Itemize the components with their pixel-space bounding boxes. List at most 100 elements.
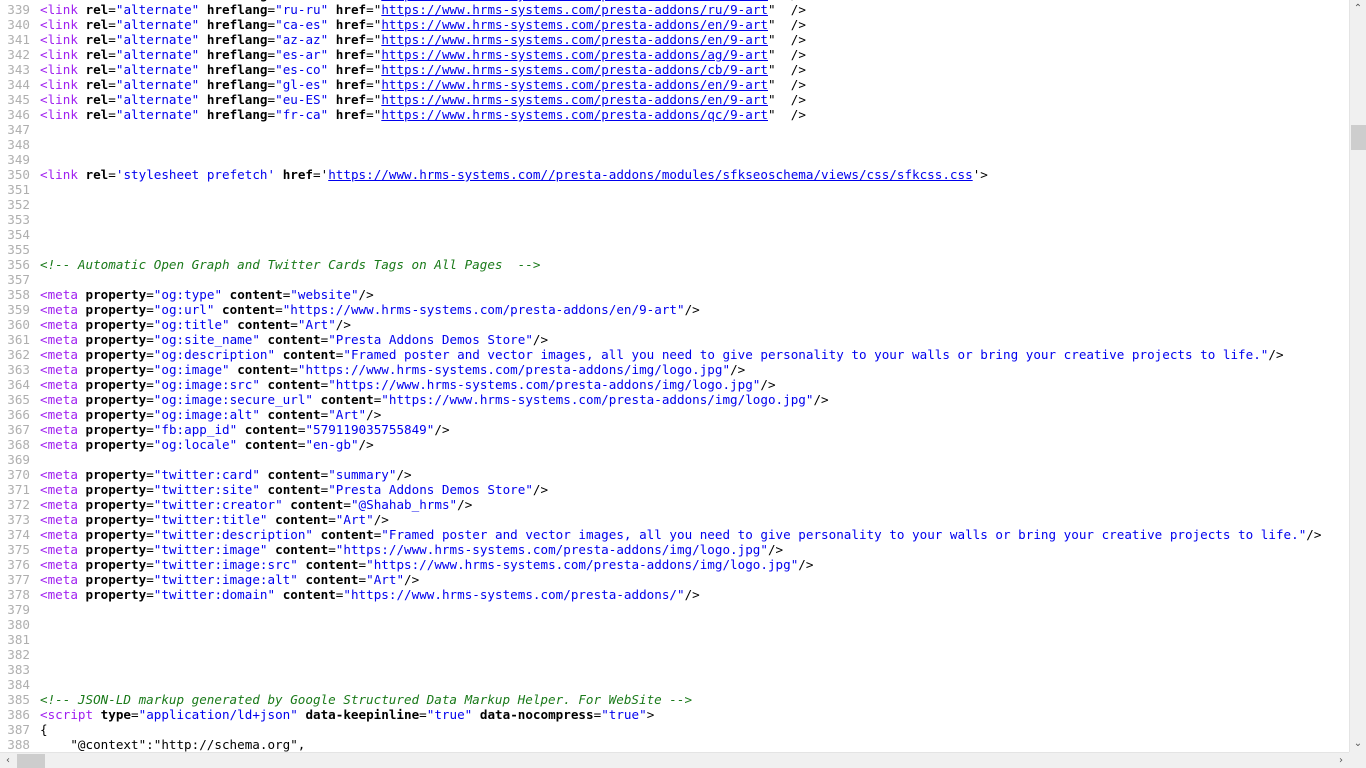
- source-link[interactable]: https://www.hrms-systems.com/presta-addo…: [381, 32, 768, 47]
- line-number: 362: [7, 347, 30, 362]
- source-token-tag: <link: [40, 62, 78, 77]
- source-token-attr: property: [85, 512, 147, 527]
- source-token-punct: =: [343, 497, 351, 512]
- source-token-txt: [78, 302, 86, 317]
- source-token-tag: <link: [40, 32, 78, 47]
- source-line: 355: [0, 242, 1349, 257]
- source-token-punct: =: [108, 2, 116, 17]
- source-token-attr: content: [320, 527, 374, 542]
- source-token-punct: />: [404, 572, 420, 587]
- source-token-val: "es-ar": [275, 47, 329, 62]
- source-token-punct: />: [358, 287, 374, 302]
- source-token-punct: />: [373, 512, 389, 527]
- source-link[interactable]: https://www.hrms-systems.com/presta-addo…: [381, 17, 768, 32]
- scroll-right-arrow-icon[interactable]: ›: [1333, 753, 1349, 768]
- source-link[interactable]: https://www.hrms-systems.com/presta-addo…: [381, 2, 768, 17]
- source-token-attr: property: [85, 287, 147, 302]
- source-token-txt: [78, 47, 86, 62]
- source-token-val: "twitter:image:src": [153, 557, 298, 572]
- source-token-txt: [78, 587, 86, 602]
- source-token-tag: <meta: [40, 392, 78, 407]
- scroll-up-arrow-icon[interactable]: ⌃: [1350, 0, 1366, 17]
- source-token-attr: property: [85, 377, 147, 392]
- source-token-val: "og:locale": [153, 437, 238, 452]
- source-token-punct: =: [108, 77, 116, 92]
- source-token-attr: property: [85, 497, 147, 512]
- source-code-pane[interactable]: 338<link rel="alternate" hreflang="sr-sr…: [0, 0, 1349, 752]
- source-token-punct: " />: [768, 107, 806, 122]
- source-token-val: "Art": [328, 407, 367, 422]
- source-token-attr: href: [335, 32, 367, 47]
- source-token-txt: [328, 92, 336, 107]
- source-token-txt: [78, 482, 86, 497]
- source-token-punct: =: [267, 2, 276, 17]
- source-link[interactable]: https://www.hrms-systems.com/presta-addo…: [381, 107, 768, 122]
- source-token-attr: hreflang: [206, 92, 268, 107]
- source-token-attr: hreflang: [206, 62, 268, 77]
- source-link[interactable]: https://www.hrms-systems.com/presta-addo…: [381, 92, 768, 107]
- source-token-attr: content: [244, 437, 298, 452]
- horizontal-scrollbar[interactable]: ‹ ›: [0, 752, 1349, 768]
- line-number: 352: [7, 197, 30, 212]
- source-token-punct: =: [358, 557, 367, 572]
- vertical-scrollbar-thumb[interactable]: [1351, 125, 1366, 150]
- source-token-txt: [78, 62, 86, 77]
- source-token-attr: content: [244, 422, 298, 437]
- source-token-punct: =: [146, 572, 154, 587]
- source-link[interactable]: https://www.hrms-systems.com/presta-addo…: [381, 62, 768, 77]
- scrollbar-corner: [1349, 752, 1366, 768]
- source-line: 357: [0, 272, 1349, 287]
- source-token-punct: " />: [768, 62, 806, 77]
- source-token-tag: <meta: [40, 572, 78, 587]
- source-line: 382: [0, 647, 1349, 662]
- source-token-val: "Framed poster and vector images, all yo…: [381, 527, 1307, 542]
- source-token-punct: " />: [768, 77, 806, 92]
- horizontal-scrollbar-thumb[interactable]: [17, 754, 45, 768]
- line-number: 339: [7, 2, 30, 17]
- source-token-tag: <meta: [40, 557, 78, 572]
- source-token-punct: =: [108, 17, 116, 32]
- line-number: 345: [7, 92, 30, 107]
- source-token-txt: [260, 332, 268, 347]
- source-token-tag: <meta: [40, 497, 78, 512]
- source-token-val: "https://www.hrms-systems.com/presta-add…: [343, 587, 685, 602]
- source-token-punct: =: [146, 512, 154, 527]
- line-number: 375: [7, 542, 30, 557]
- source-link[interactable]: https://www.hrms-systems.com//presta-add…: [328, 167, 972, 182]
- source-token-txt: [275, 347, 283, 362]
- source-link[interactable]: https://www.hrms-systems.com/presta-addo…: [381, 77, 768, 92]
- source-token-attr: content: [267, 407, 321, 422]
- line-number: 382: [7, 647, 30, 662]
- source-token-attr: href: [335, 2, 367, 17]
- source-line: 369: [0, 452, 1349, 467]
- source-line: 345 <link rel="alternate" hreflang="eu-ES…: [0, 92, 1349, 107]
- scroll-left-arrow-icon[interactable]: ‹: [0, 753, 16, 768]
- source-code-lines: 338<link rel="alternate" hreflang="sr-sr…: [0, 0, 1349, 752]
- source-token-txt: [78, 422, 86, 437]
- source-token-punct: =': [313, 167, 329, 182]
- source-token-tag: <meta: [40, 332, 78, 347]
- source-token-attr: hreflang: [206, 107, 268, 122]
- source-token-punct: =": [366, 92, 382, 107]
- source-token-txt: [78, 92, 86, 107]
- source-token-val: "eu-ES": [275, 92, 329, 107]
- source-token-txt: [260, 467, 268, 482]
- source-line: 368 <meta property="og:locale" content="e…: [0, 437, 1349, 452]
- source-token-tag: <meta: [40, 467, 78, 482]
- source-token-attr: content: [267, 482, 321, 497]
- line-number: 343: [7, 62, 30, 77]
- source-token-attr: data-nocompress: [479, 707, 594, 722]
- source-line: 341 <link rel="alternate" hreflang="az-az…: [0, 32, 1349, 47]
- source-token-attr: hreflang: [206, 77, 268, 92]
- line-number: 377: [7, 572, 30, 587]
- source-token-val: "true": [601, 707, 647, 722]
- vertical-scrollbar[interactable]: ⌃ ⌄: [1349, 0, 1366, 752]
- source-token-txt: [199, 32, 207, 47]
- source-token-punct: =: [146, 377, 154, 392]
- source-token-txt: [78, 32, 86, 47]
- source-link[interactable]: https://www.hrms-systems.com/presta-addo…: [381, 47, 768, 62]
- scroll-down-arrow-icon[interactable]: ⌄: [1350, 735, 1366, 752]
- source-token-attr: property: [85, 527, 147, 542]
- source-line: 344 <link rel="alternate" hreflang="gl-es…: [0, 77, 1349, 92]
- line-number: 349: [7, 152, 30, 167]
